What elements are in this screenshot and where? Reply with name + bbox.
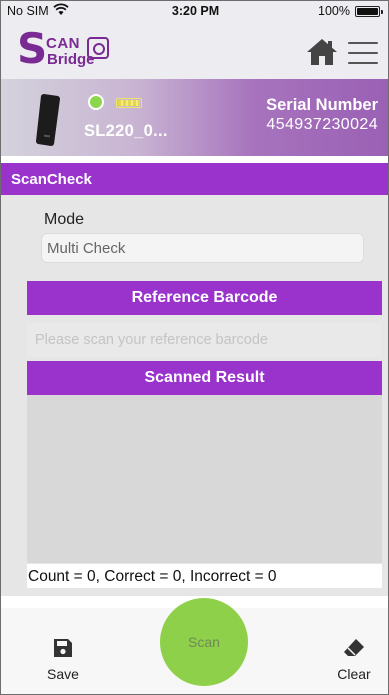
save-label: Save (47, 666, 79, 682)
battery-icon (355, 6, 383, 17)
scan-button[interactable]: Scan (160, 598, 248, 686)
app-header: S CAN Bridge (1, 23, 388, 79)
count-summary: Count = 0, Correct = 0, Incorrect = 0 (27, 564, 382, 588)
scanned-result-list[interactable] (27, 395, 382, 563)
connection-status-icon (88, 94, 104, 110)
eraser-icon (344, 639, 364, 656)
save-icon (54, 639, 72, 657)
app-screen: No SIM 3:20 PM 100% S CAN Bridge SL220_0… (0, 0, 389, 695)
reference-barcode-header: Reference Barcode (27, 281, 382, 315)
status-bar: No SIM 3:20 PM 100% (1, 1, 388, 23)
mode-label: Mode (44, 211, 85, 228)
reference-barcode-input[interactable] (27, 323, 382, 357)
clear-button[interactable]: Clear (332, 638, 376, 682)
save-button[interactable]: Save (39, 638, 87, 682)
home-icon[interactable] (306, 37, 338, 67)
section-title-bar: ScanCheck (1, 163, 388, 195)
mode-value: Multi Check (47, 240, 126, 257)
mode-select[interactable]: Multi Check (41, 233, 364, 263)
clear-label: Clear (337, 666, 371, 682)
serial-number-value: 454937230024 (266, 116, 378, 133)
serial-number-label: Serial Number (266, 96, 378, 114)
device-name: SL220_0... (84, 122, 168, 140)
scanned-result-header: Scanned Result (27, 361, 382, 395)
device-battery-icon (116, 98, 142, 108)
scanner-device-icon (36, 94, 60, 146)
battery-percent: 100% (318, 4, 350, 18)
hamburger-menu-icon[interactable] (348, 42, 378, 64)
section-title: ScanCheck (11, 171, 92, 188)
scanbridge-logo: S CAN Bridge (17, 28, 137, 73)
device-banner: SL220_0... Serial Number 454937230024 (1, 79, 388, 156)
